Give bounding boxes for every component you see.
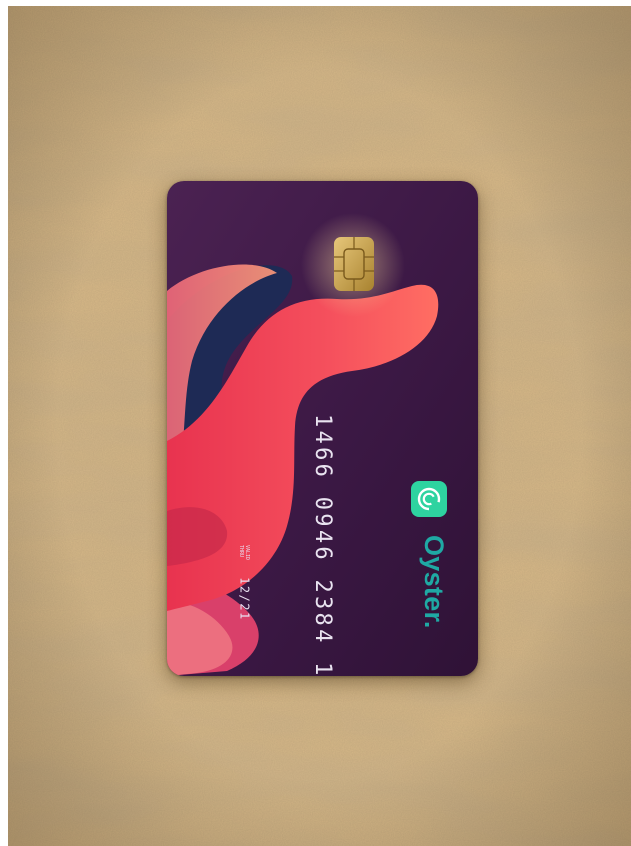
chip-icon <box>334 237 374 291</box>
card-number: 1466 0946 2384 1567 <box>310 414 335 676</box>
expiry-label: VALID THRU <box>238 545 251 561</box>
photo-frame: 1466 0946 2384 1567 VALID THRU 12/21 Oys… <box>8 6 631 846</box>
brand-name: Oyster. <box>419 535 449 629</box>
oyster-logo-icon <box>411 481 447 517</box>
credit-card: 1466 0946 2384 1567 VALID THRU 12/21 Oys… <box>167 181 478 676</box>
card-expiry: VALID THRU 12/21 <box>236 545 255 621</box>
expiry-date: 12/21 <box>237 577 252 621</box>
